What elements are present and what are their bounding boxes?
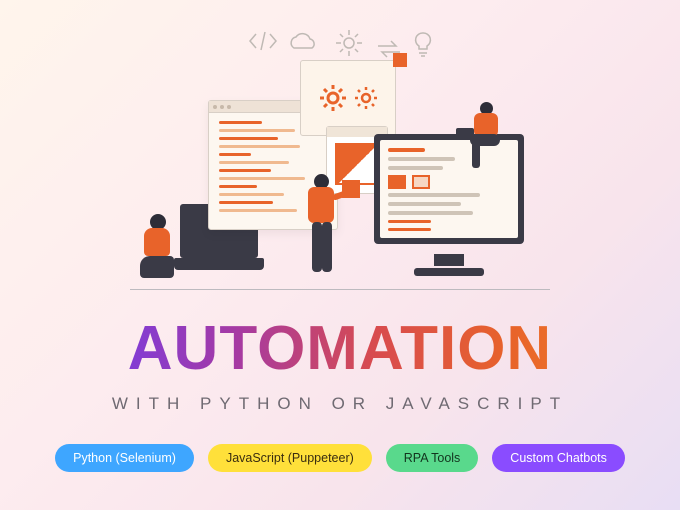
- box-icon: [342, 180, 360, 198]
- mini-laptop: [456, 128, 474, 140]
- square-icon: [393, 53, 407, 67]
- pill-python: Python (Selenium): [55, 444, 194, 472]
- cloud-icon: [286, 32, 320, 54]
- gear-icon: [318, 83, 348, 113]
- ground-line: [130, 289, 550, 290]
- code-bracket-icon: [248, 30, 278, 52]
- settings-card: [300, 60, 396, 136]
- person-on-monitor: [464, 102, 514, 172]
- lightbulb-icon: [412, 30, 434, 60]
- gear-sketch-icon: [334, 28, 364, 58]
- pill-rpa: RPA Tools: [386, 444, 479, 472]
- gear-icon: [354, 86, 378, 110]
- hero-illustration: [130, 30, 550, 290]
- pill-chatbots: Custom Chatbots: [492, 444, 625, 472]
- hero-title: AUTOMATION: [0, 318, 680, 380]
- hero-subtitle: WITH PYTHON OR JAVASCRIPT: [0, 394, 680, 414]
- person-sitting: [130, 194, 190, 284]
- person-standing: [292, 174, 352, 284]
- pill-js: JavaScript (Puppeteer): [208, 444, 372, 472]
- tech-pill-row: Python (Selenium) JavaScript (Puppeteer)…: [0, 444, 680, 472]
